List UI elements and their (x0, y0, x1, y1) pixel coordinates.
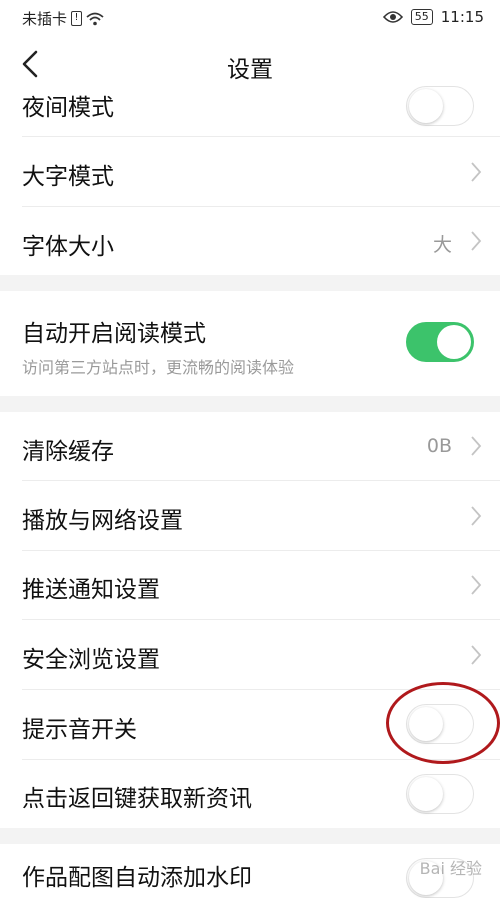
wifi-icon (86, 12, 104, 25)
annotation-circle (386, 682, 500, 764)
section-gap (0, 828, 500, 844)
page-title: 设置 (227, 57, 273, 83)
section-gap (0, 275, 500, 291)
clock: 11:15 (440, 8, 484, 26)
chevron-right-icon (471, 231, 482, 251)
settings-row-large-text[interactable]: 大字模式 (0, 137, 500, 206)
row-label: 大字模式 (22, 164, 114, 190)
row-label: 清除缓存 (22, 439, 114, 465)
settings-row-safe-browse[interactable]: 安全浏览设置 (0, 620, 500, 689)
row-description: 访问第三方站点时，更流畅的阅读体验 (22, 358, 295, 377)
chevron-right-icon (471, 506, 482, 526)
section-gap (0, 396, 500, 412)
auto-read-toggle[interactable] (406, 322, 474, 362)
row-label: 提示音开关 (22, 717, 137, 743)
status-bar: 未插卡 ! 55 11:15 (0, 0, 500, 34)
settings-row-font-size[interactable]: 字体大小 大 (0, 207, 500, 275)
settings-row-clear-cache[interactable]: 清除缓存 0B (0, 412, 500, 480)
font-size-value: 大 (432, 234, 452, 256)
settings-row-play-network[interactable]: 播放与网络设置 (0, 481, 500, 550)
settings-row-back-key[interactable]: 点击返回键获取新资讯 (0, 760, 500, 828)
watermark-logo: Bai 经验 (419, 859, 482, 878)
chevron-right-icon (471, 436, 482, 456)
row-label: 夜间模式 (22, 95, 114, 121)
status-left: 未插卡 ! (22, 8, 104, 29)
row-label: 自动开启阅读模式 (22, 321, 206, 347)
settings-row-push[interactable]: 推送通知设置 (0, 551, 500, 619)
chevron-right-icon (471, 645, 482, 665)
row-label: 作品配图自动添加水印 (22, 865, 252, 891)
row-label: 推送通知设置 (22, 577, 160, 603)
row-label: 字体大小 (22, 234, 114, 260)
settings-row-night-mode[interactable]: 夜间模式 (0, 86, 500, 136)
chevron-right-icon (471, 575, 482, 595)
night-mode-toggle[interactable] (406, 86, 474, 126)
row-label: 播放与网络设置 (22, 508, 183, 534)
sim-alert-icon: ! (71, 11, 83, 26)
row-label: 点击返回键获取新资讯 (22, 786, 252, 812)
row-label: 安全浏览设置 (22, 647, 160, 673)
carrier-text: 未插卡 (22, 10, 68, 28)
battery-indicator: 55 (410, 9, 433, 25)
eye-icon (382, 11, 403, 23)
cache-size-value: 0B (426, 435, 452, 457)
chevron-right-icon (471, 162, 482, 182)
back-key-toggle[interactable] (406, 774, 474, 814)
status-right: 55 11:15 (382, 8, 484, 26)
settings-row-auto-read[interactable]: 自动开启阅读模式 访问第三方站点时，更流畅的阅读体验 (0, 291, 500, 396)
